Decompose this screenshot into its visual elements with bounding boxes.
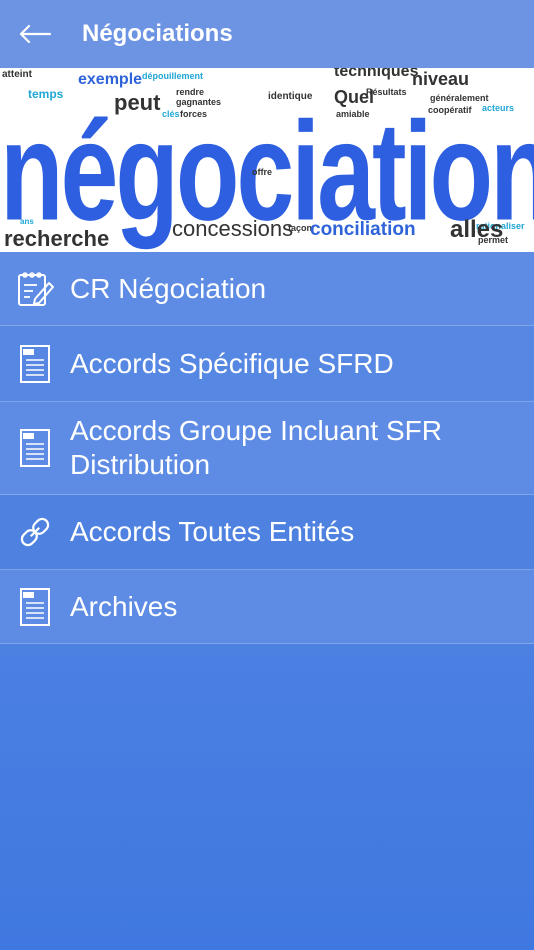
menu-item-label: Accords Groupe Incluant SFR Distribution (70, 415, 442, 480)
menu-item-label: Accords Spécifique SFRD (70, 347, 394, 379)
app-bar: Négociations (0, 0, 534, 68)
banner-word: techniques (334, 68, 419, 80)
menu-item-label: Archives (70, 590, 178, 622)
banner-word: exemple (78, 71, 143, 88)
negotiation-banner-image: atteint exemple dépouillement techniques… (0, 68, 534, 252)
link-icon (0, 513, 70, 551)
banner-word: ans (20, 217, 34, 226)
back-button[interactable] (18, 14, 58, 54)
arrow-left-icon (19, 24, 52, 44)
menu-item-label: CR Négociation (70, 272, 267, 304)
notepad-edit-icon (0, 269, 70, 309)
banner-word: recherche (4, 226, 110, 251)
banner-word: niveau (412, 69, 470, 89)
banner-word: façon (288, 223, 313, 233)
menu-list: CR Négociation Accords Spécifique SFRD A… (0, 252, 534, 644)
menu-item-cr-negociation[interactable]: CR Négociation (0, 252, 534, 326)
pdf-document-icon (0, 428, 70, 468)
pdf-document-icon (0, 587, 70, 627)
banner-word: offre (252, 167, 272, 177)
pdf-document-icon (0, 344, 70, 384)
banner-word: concessions (172, 216, 294, 241)
page-title: Négociations (82, 20, 233, 47)
menu-item-label: Accords Toutes Entités (70, 516, 355, 547)
banner-word: alles (450, 216, 504, 243)
menu-item-accords-groupe[interactable]: Accords Groupe Incluant SFR Distribution (0, 402, 534, 495)
menu-item-accords-toutes-entites[interactable]: Accords Toutes Entités (0, 495, 534, 570)
banner-word: atteint (2, 69, 32, 80)
menu-item-accords-specifique[interactable]: Accords Spécifique SFRD (0, 326, 534, 402)
banner-word: dépouillement (142, 71, 204, 81)
banner-word: conciliation (310, 219, 416, 240)
menu-item-archives[interactable]: Archives (0, 570, 534, 644)
